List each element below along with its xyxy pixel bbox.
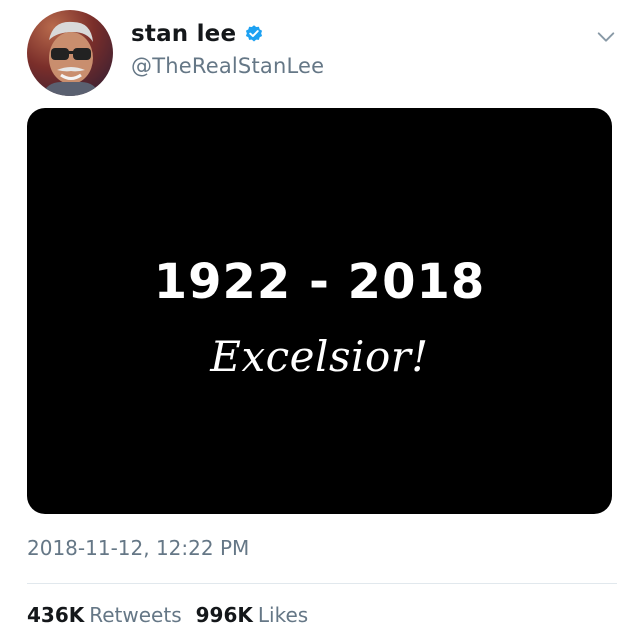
media-years-text: 1922 - 2018 xyxy=(153,254,486,310)
likes-stat[interactable]: 996K Likes xyxy=(196,603,309,627)
name-row: stan lee xyxy=(131,18,324,50)
retweets-stat[interactable]: 436K Retweets xyxy=(27,603,182,627)
likes-label: Likes xyxy=(257,603,309,627)
tweet-card: stan lee @TheRealStanLee 1922 - 2018 Exc… xyxy=(0,0,640,640)
divider xyxy=(27,583,617,584)
verified-badge-icon xyxy=(246,25,263,42)
avatar-portrait xyxy=(41,21,101,96)
retweets-count: 436K xyxy=(27,603,85,627)
user-handle[interactable]: @TheRealStanLee xyxy=(131,54,324,78)
display-name[interactable]: stan lee xyxy=(131,21,236,47)
user-names: stan lee @TheRealStanLee xyxy=(131,18,324,78)
chevron-down-icon[interactable] xyxy=(595,26,617,48)
tweet-header: stan lee @TheRealStanLee xyxy=(27,10,617,96)
tweet-stats: 436K Retweets 996K Likes xyxy=(27,603,322,627)
tweet-media-image[interactable]: 1922 - 2018 Excelsior! xyxy=(27,108,612,514)
likes-count: 996K xyxy=(195,603,253,627)
retweets-label: Retweets xyxy=(89,603,182,627)
tweet-timestamp[interactable]: 2018-11-12, 12:22 PM xyxy=(27,536,249,560)
avatar[interactable] xyxy=(27,10,113,96)
media-motto-text: Excelsior! xyxy=(210,332,429,381)
